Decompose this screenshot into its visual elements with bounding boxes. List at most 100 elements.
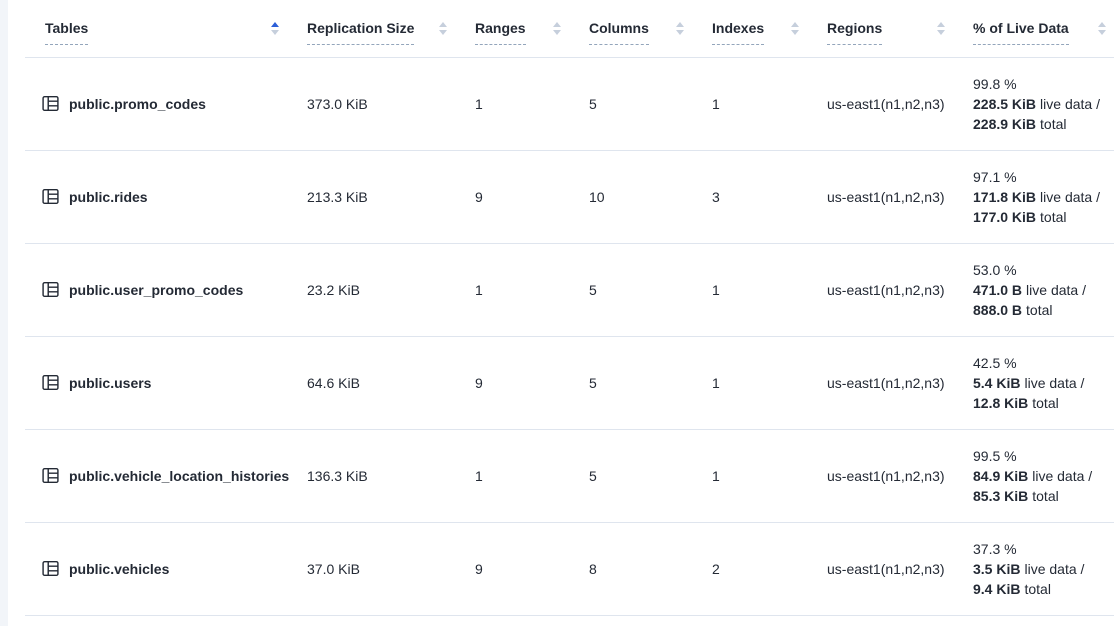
table-name-cell: public.rides bbox=[25, 150, 307, 243]
total-size: 177.0 KiB bbox=[973, 209, 1036, 225]
table-row: public.vehicle_location_histories 136.3 … bbox=[25, 429, 1114, 522]
table-name-cell: public.users bbox=[25, 336, 307, 429]
column-header-replication-size-label[interactable]: Replication Size bbox=[307, 20, 414, 36]
live-data-cell: 97.1 % 171.8 KiBlive data / 177.0 KiBtot… bbox=[973, 150, 1114, 243]
column-header-columns[interactable]: Columns bbox=[589, 0, 712, 57]
indexes-cell: 1 bbox=[712, 429, 827, 522]
sort-asc-icon bbox=[791, 22, 799, 27]
column-header-indexes-label[interactable]: Indexes bbox=[712, 20, 764, 36]
columns-cell: 5 bbox=[589, 57, 712, 150]
table-row: public.vehicles 37.0 KiB 9 8 2 us-east1(… bbox=[25, 522, 1114, 615]
sort-asc-icon bbox=[937, 22, 945, 27]
columns-cell: 5 bbox=[589, 243, 712, 336]
indexes-cell: 1 bbox=[712, 336, 827, 429]
columns-cell: 10 bbox=[589, 150, 712, 243]
table-icon bbox=[41, 373, 60, 392]
column-header-regions-label[interactable]: Regions bbox=[827, 20, 882, 36]
table-row: public.rides 213.3 KiB 9 10 3 us-east1(n… bbox=[25, 150, 1114, 243]
columns-cell: 8 bbox=[589, 522, 712, 615]
total-size-label: total bbox=[1032, 488, 1058, 504]
ranges-cell: 9 bbox=[475, 150, 589, 243]
total-size-label: total bbox=[1026, 302, 1052, 318]
table-name: public.rides bbox=[69, 189, 148, 205]
tables-table: Tables Replication Size Ranges Columns bbox=[25, 0, 1114, 616]
live-data-cell: 42.5 % 5.4 KiBlive data / 12.8 KiBtotal bbox=[973, 336, 1114, 429]
sort-desc-icon bbox=[937, 30, 945, 35]
total-size-line: 177.0 KiBtotal bbox=[973, 207, 1104, 227]
table-link[interactable]: public.users bbox=[41, 373, 297, 392]
sort-desc-icon bbox=[1098, 30, 1106, 35]
table-name-cell: public.promo_codes bbox=[25, 57, 307, 150]
sort-icon-regions[interactable] bbox=[937, 22, 945, 35]
sort-icon-ranges[interactable] bbox=[553, 22, 561, 35]
live-percent: 97.1 % bbox=[973, 167, 1104, 187]
regions-cell: us-east1(n1,n2,n3) bbox=[827, 57, 973, 150]
column-header-ranges[interactable]: Ranges bbox=[475, 0, 589, 57]
ranges-cell: 1 bbox=[475, 243, 589, 336]
table-icon bbox=[41, 94, 60, 113]
table-name-cell: public.vehicle_location_histories bbox=[25, 429, 307, 522]
live-size: 228.5 KiB bbox=[973, 96, 1036, 112]
replication-size-cell: 23.2 KiB bbox=[307, 243, 475, 336]
table-link[interactable]: public.user_promo_codes bbox=[41, 280, 297, 299]
column-header-live-data[interactable]: % of Live Data bbox=[973, 0, 1114, 57]
column-header-indexes[interactable]: Indexes bbox=[712, 0, 827, 57]
table-link[interactable]: public.rides bbox=[41, 187, 297, 206]
total-size-line: 228.9 KiBtotal bbox=[973, 114, 1104, 134]
table-link[interactable]: public.promo_codes bbox=[41, 94, 297, 113]
total-size-label: total bbox=[1024, 581, 1050, 597]
live-percent: 99.8 % bbox=[973, 74, 1104, 94]
table-icon bbox=[41, 559, 60, 578]
replication-size-cell: 136.3 KiB bbox=[307, 429, 475, 522]
live-data-cell: 99.5 % 84.9 KiBlive data / 85.3 KiBtotal bbox=[973, 429, 1114, 522]
table-link[interactable]: public.vehicle_location_histories bbox=[41, 466, 297, 485]
table-icon bbox=[41, 280, 60, 299]
total-size-line: 85.3 KiBtotal bbox=[973, 486, 1104, 506]
live-size-line: 171.8 KiBlive data / bbox=[973, 187, 1104, 207]
table-name: public.promo_codes bbox=[69, 96, 206, 112]
sort-icon-indexes[interactable] bbox=[791, 22, 799, 35]
live-size-line: 228.5 KiBlive data / bbox=[973, 94, 1104, 114]
sort-icon-replication-size[interactable] bbox=[439, 22, 447, 35]
regions-cell: us-east1(n1,n2,n3) bbox=[827, 336, 973, 429]
total-size: 12.8 KiB bbox=[973, 395, 1028, 411]
table-icon bbox=[41, 466, 60, 485]
sort-desc-icon bbox=[553, 30, 561, 35]
table-icon bbox=[41, 187, 60, 206]
sort-icon-columns[interactable] bbox=[676, 22, 684, 35]
regions-cell: us-east1(n1,n2,n3) bbox=[827, 243, 973, 336]
table-name: public.vehicle_location_histories bbox=[69, 468, 289, 484]
ranges-cell: 1 bbox=[475, 429, 589, 522]
sort-asc-icon bbox=[1098, 22, 1106, 27]
table-name: public.user_promo_codes bbox=[69, 282, 243, 298]
page-left-gutter bbox=[0, 0, 8, 626]
total-size: 85.3 KiB bbox=[973, 488, 1028, 504]
live-size: 5.4 KiB bbox=[973, 375, 1020, 391]
column-header-regions[interactable]: Regions bbox=[827, 0, 973, 57]
table-link[interactable]: public.vehicles bbox=[41, 559, 297, 578]
sort-asc-icon bbox=[553, 22, 561, 27]
total-size-line: 12.8 KiBtotal bbox=[973, 393, 1104, 413]
column-header-replication-size[interactable]: Replication Size bbox=[307, 0, 475, 57]
sort-icon-live-data[interactable] bbox=[1098, 22, 1106, 35]
replication-size-cell: 373.0 KiB bbox=[307, 57, 475, 150]
replication-size-cell: 213.3 KiB bbox=[307, 150, 475, 243]
table-row: public.users 64.6 KiB 9 5 1 us-east1(n1,… bbox=[25, 336, 1114, 429]
sort-icon-tables[interactable] bbox=[271, 22, 279, 35]
live-size-label: live data / bbox=[1040, 96, 1100, 112]
total-size-line: 888.0 Btotal bbox=[973, 300, 1104, 320]
live-size-line: 3.5 KiBlive data / bbox=[973, 559, 1104, 579]
column-header-columns-label[interactable]: Columns bbox=[589, 20, 649, 36]
live-size: 84.9 KiB bbox=[973, 468, 1028, 484]
column-header-tables[interactable]: Tables bbox=[25, 0, 307, 57]
live-size-label: live data / bbox=[1024, 375, 1084, 391]
column-header-tables-label[interactable]: Tables bbox=[45, 20, 88, 36]
table-header-row: Tables Replication Size Ranges Columns bbox=[25, 0, 1114, 57]
ranges-cell: 9 bbox=[475, 522, 589, 615]
replication-size-cell: 64.6 KiB bbox=[307, 336, 475, 429]
sort-desc-icon bbox=[791, 30, 799, 35]
column-header-ranges-label[interactable]: Ranges bbox=[475, 20, 526, 36]
column-header-live-data-label[interactable]: % of Live Data bbox=[973, 20, 1069, 36]
total-size: 228.9 KiB bbox=[973, 116, 1036, 132]
total-size-label: total bbox=[1040, 209, 1066, 225]
